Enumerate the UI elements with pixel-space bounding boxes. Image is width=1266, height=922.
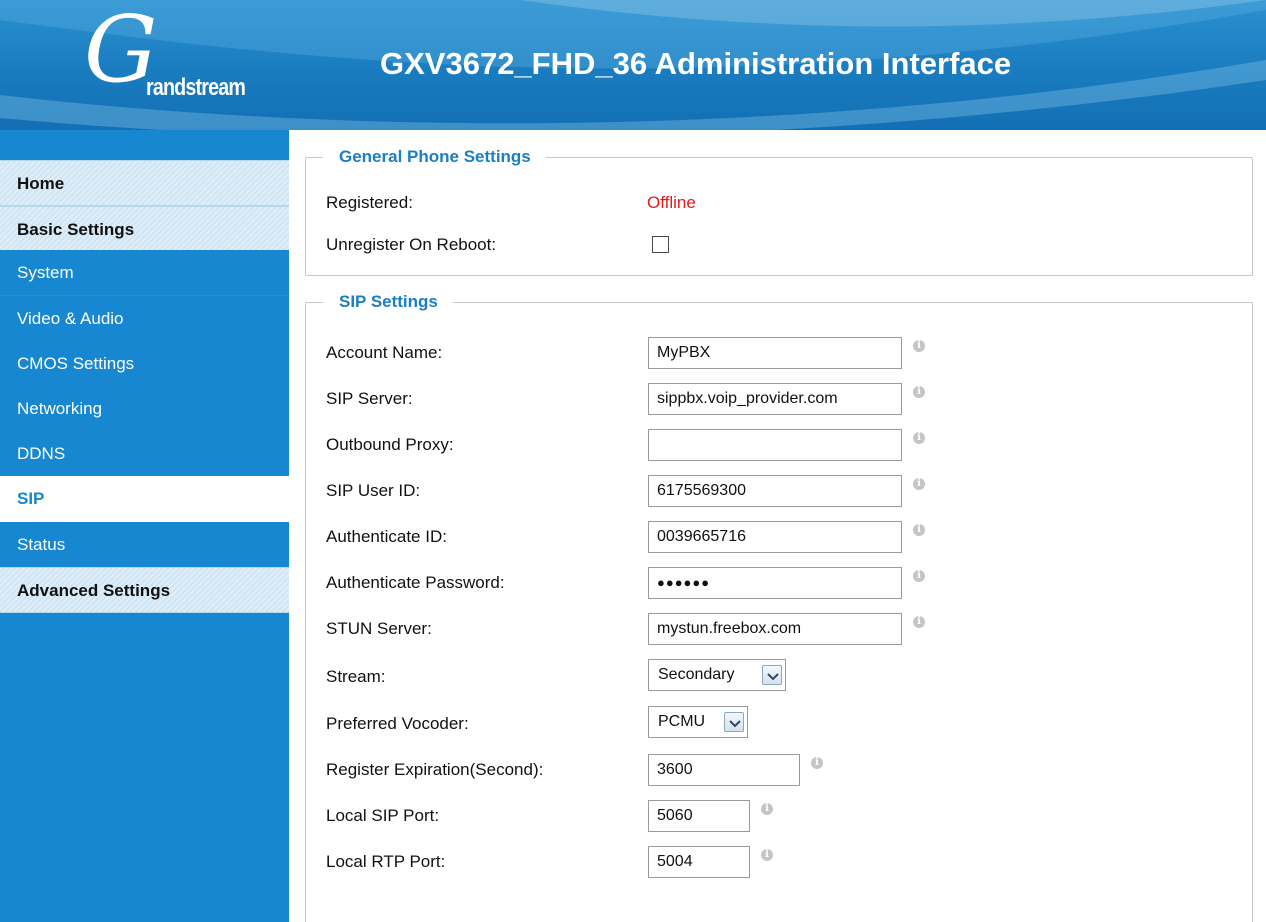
info-icon[interactable]: i: [913, 340, 925, 352]
sidebar-item-cmos-settings[interactable]: CMOS Settings: [0, 341, 289, 387]
preferred-vocoder-label: Preferred Vocoder:: [326, 714, 469, 733]
info-icon[interactable]: i: [913, 570, 925, 582]
register-expiration-input[interactable]: 3600: [648, 754, 800, 786]
local-sip-port-label: Local SIP Port:: [326, 806, 440, 825]
sidebar-item-sip[interactable]: SIP: [0, 476, 289, 522]
sidebar-item-system[interactable]: System: [0, 250, 289, 296]
authenticate-id-input[interactable]: 0039665716: [648, 521, 902, 553]
stream-label: Stream:: [326, 667, 386, 686]
account-name-input[interactable]: MyPBX: [648, 337, 902, 369]
outbound-proxy-label: Outbound Proxy:: [326, 435, 454, 454]
stream-select[interactable]: Secondary: [648, 659, 786, 691]
sidebar-nav: Home Basic Settings System Video & Audio…: [0, 130, 289, 922]
info-icon[interactable]: i: [913, 386, 925, 398]
sip-settings-legend: SIP Settings: [323, 292, 453, 312]
authenticate-password-label: Authenticate Password:: [326, 573, 505, 592]
info-icon[interactable]: i: [761, 803, 773, 815]
local-rtp-port-label: Local RTP Port:: [326, 852, 446, 871]
sidebar-item-networking[interactable]: Networking: [0, 386, 289, 432]
registered-label: Registered:: [326, 193, 413, 212]
sidebar-item-home[interactable]: Home: [0, 160, 289, 206]
chevron-down-icon[interactable]: [724, 712, 744, 732]
sidebar-item-basic-settings[interactable]: Basic Settings: [0, 206, 289, 252]
info-icon[interactable]: i: [761, 849, 773, 861]
vocoder-selected-value: PCMU: [658, 713, 706, 730]
unregister-on-reboot-label: Unregister On Reboot:: [326, 235, 497, 254]
preferred-vocoder-select[interactable]: PCMU: [648, 706, 748, 738]
stream-selected-value: Secondary: [658, 666, 735, 683]
sip-server-input[interactable]: sippbx.voip_provider.com: [648, 383, 902, 415]
sip-settings-group: SIP Settings Account Name: MyPBX i SIP S…: [305, 292, 1253, 922]
info-icon[interactable]: i: [913, 524, 925, 536]
authenticate-id-label: Authenticate ID:: [326, 527, 447, 546]
sidebar-item-video-audio[interactable]: Video & Audio: [0, 296, 289, 342]
info-icon[interactable]: i: [913, 616, 925, 628]
registered-status-value: Offline: [647, 193, 696, 212]
info-icon[interactable]: i: [811, 757, 823, 769]
page-title: GXV3672_FHD_36 Administration Interface: [380, 46, 1012, 81]
authenticate-password-input[interactable]: ●●●●●●: [648, 567, 902, 599]
sidebar-item-ddns[interactable]: DDNS: [0, 431, 289, 477]
sidebar-item-advanced-settings[interactable]: Advanced Settings: [0, 567, 289, 613]
account-name-label: Account Name:: [326, 343, 443, 362]
grandstream-logo-text: randstream: [146, 74, 246, 101]
info-icon[interactable]: i: [913, 432, 925, 444]
general-phone-settings-legend: General Phone Settings: [323, 147, 546, 167]
register-expiration-label: Register Expiration(Second):: [326, 760, 544, 779]
local-sip-port-input[interactable]: 5060: [648, 800, 750, 832]
outbound-proxy-input[interactable]: [648, 429, 902, 461]
general-phone-settings-group: General Phone Settings Registered: Offli…: [305, 147, 1253, 276]
header-banner: G randstream GXV3672_FHD_36 Administrati…: [0, 0, 1266, 130]
chevron-down-icon[interactable]: [762, 665, 782, 685]
main-content: General Phone Settings Registered: Offli…: [289, 130, 1266, 922]
sip-user-id-input[interactable]: 6175569300: [648, 475, 902, 507]
stun-server-label: STUN Server:: [326, 619, 432, 638]
local-rtp-port-input[interactable]: 5004: [648, 846, 750, 878]
unregister-on-reboot-checkbox[interactable]: [652, 236, 669, 253]
stun-server-input[interactable]: mystun.freebox.com: [648, 613, 902, 645]
sip-server-label: SIP Server:: [326, 389, 413, 408]
info-icon[interactable]: i: [913, 478, 925, 490]
sidebar-item-status[interactable]: Status: [0, 522, 289, 568]
sip-user-id-label: SIP User ID:: [326, 481, 421, 500]
